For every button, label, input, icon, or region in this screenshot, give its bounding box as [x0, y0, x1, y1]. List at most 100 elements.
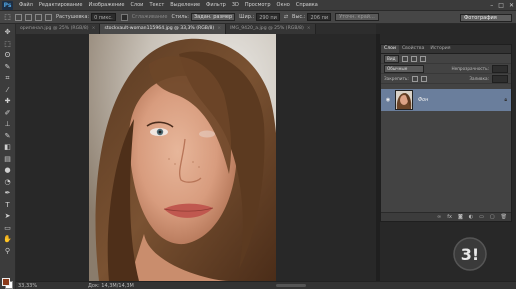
eyedropper-tool-icon[interactable]: ⁄	[3, 86, 12, 94]
feather-input[interactable]: 0 пикс.	[91, 13, 116, 21]
subtract-selection-icon[interactable]	[35, 13, 42, 21]
panel-tabs: Слои Свойства История	[381, 45, 511, 54]
layers-panel-footer: ∞ fx ◙ ◐ ▭ ▢ 🗑︎	[381, 212, 511, 221]
path-select-tool-icon[interactable]: ➤	[3, 212, 12, 220]
fill-input[interactable]	[492, 74, 508, 83]
layer-filter-row: Вид	[381, 54, 511, 64]
smooth-label: Сглаживание	[131, 14, 168, 20]
maximize-icon[interactable]: □	[498, 2, 504, 9]
link-layers-icon[interactable]: ∞	[437, 214, 441, 220]
photoshop-logo: Ps	[2, 0, 13, 10]
menu-item[interactable]: Редактирование	[36, 2, 86, 8]
opacity-label: Непрозрачность:	[451, 66, 489, 71]
filter-pixel-icon[interactable]	[401, 55, 408, 62]
eraser-tool-icon[interactable]: ◧	[3, 143, 12, 151]
tab-properties[interactable]: Свойства	[399, 45, 427, 53]
filter-adjust-icon[interactable]	[410, 55, 417, 62]
close-icon[interactable]: ✕	[509, 2, 514, 9]
layer-row-background[interactable]: ◉ Фон 🔒︎	[381, 89, 511, 111]
menu-bar: Ps Файл Редактирование Изображение Слои Текс…	[0, 0, 516, 10]
zoom-level[interactable]: 33,33%	[16, 283, 38, 289]
close-tab-icon[interactable]: ×	[307, 24, 311, 34]
horizontal-scrollbar[interactable]	[276, 284, 306, 287]
document-tabs: оригинал.jpg @ 25% (RGB/8) × stockvault-wo…	[16, 24, 376, 34]
menu-item[interactable]: Слои	[127, 2, 146, 8]
document-image[interactable]	[89, 34, 276, 281]
shape-tool-icon[interactable]: ▭	[3, 224, 12, 232]
delete-layer-icon[interactable]: 🗑︎	[501, 214, 507, 220]
visibility-eye-icon[interactable]: ◉	[384, 97, 392, 103]
lock-position-icon[interactable]	[420, 75, 427, 82]
tab-layers[interactable]: Слои	[381, 45, 399, 53]
canvas-area[interactable]	[16, 34, 376, 281]
blur-tool-icon[interactable]: ●	[3, 166, 12, 174]
minimize-icon[interactable]: –	[490, 2, 493, 9]
filter-type-icon[interactable]	[419, 55, 426, 62]
menu-item[interactable]: Справка	[293, 2, 321, 8]
workspace-select[interactable]: Фотография	[460, 14, 512, 22]
menu-item[interactable]: 3D	[229, 2, 242, 8]
document-tab-label: stockvault-woman115964.jpg @ 33,3% (RGB/…	[104, 26, 215, 31]
menu-item[interactable]: Фильтр	[203, 2, 229, 8]
menu-item[interactable]: Текст	[146, 2, 167, 8]
layer-style-icon[interactable]: fx	[447, 214, 452, 220]
layer-filter-select[interactable]: Вид	[384, 54, 399, 63]
hand-tool-icon[interactable]: ✋	[3, 235, 12, 243]
add-mask-icon[interactable]: ◙	[458, 214, 463, 220]
history-brush-tool-icon[interactable]: ✎	[3, 132, 12, 140]
style-label: Стиль:	[171, 14, 189, 20]
marquee-tool-icon[interactable]: ⬚	[3, 40, 12, 48]
dodge-tool-icon[interactable]: ◔	[3, 178, 12, 186]
document-size: Док: 14,3M/14,3M	[88, 282, 134, 289]
new-layer-icon[interactable]: ▢	[490, 214, 495, 220]
document-tab-label: оригинал.jpg @ 25% (RGB/8)	[20, 26, 89, 31]
gradient-tool-icon[interactable]: ▤	[3, 155, 12, 163]
new-group-icon[interactable]: ▭	[479, 214, 484, 220]
tab-history[interactable]: История	[427, 45, 453, 53]
type-tool-icon[interactable]: T	[3, 201, 12, 209]
options-bar: ⬚ Растушевка: 0 пикс. Сглаживание Стиль:…	[0, 10, 516, 24]
new-selection-icon[interactable]	[15, 13, 22, 21]
foreground-color-swatch[interactable]	[2, 278, 10, 286]
stamp-tool-icon[interactable]: ⊥	[3, 120, 12, 128]
move-tool-icon[interactable]: ✥	[3, 28, 12, 36]
intersect-selection-icon[interactable]	[45, 13, 52, 21]
brush-tool-icon[interactable]: ✐	[3, 109, 12, 117]
document-tab-label: IMG_9420_a.jpg @ 25% (RGB/8)	[230, 26, 304, 31]
healing-tool-icon[interactable]: ✚	[3, 97, 12, 105]
document-tab[interactable]: оригинал.jpg @ 25% (RGB/8) ×	[16, 24, 101, 34]
close-tab-icon[interactable]: ×	[92, 24, 96, 34]
blend-row: Обычные Непрозрачность:	[381, 64, 511, 74]
quick-select-tool-icon[interactable]: ✎	[3, 63, 12, 71]
layers-panel: Слои Свойства История Вид Обычные Непроз…	[380, 44, 512, 222]
blend-mode-select[interactable]: Обычные	[384, 64, 424, 73]
smooth-checkbox[interactable]	[120, 13, 128, 21]
height-label: Выс.:	[292, 14, 306, 20]
pen-tool-icon[interactable]: ✒	[3, 189, 12, 197]
adjustment-layer-icon[interactable]: ◐	[469, 214, 473, 220]
style-select[interactable]: Задан. размер	[190, 13, 236, 21]
zoom-tool-icon[interactable]: ⚲	[3, 247, 12, 255]
lock-label: Закрепить:	[384, 76, 409, 81]
lock-row: Закрепить: Заливка:	[381, 74, 511, 84]
lock-pixels-icon[interactable]	[411, 75, 418, 82]
lasso-tool-icon[interactable]: ʘ	[3, 51, 12, 59]
document-tab[interactable]: IMG_9420_a.jpg @ 25% (RGB/8) ×	[226, 24, 316, 34]
menu-item[interactable]: Выделение	[167, 2, 203, 8]
menu-item[interactable]: Файл	[16, 2, 36, 8]
height-input[interactable]: 206 пи	[307, 13, 332, 21]
layer-thumbnail	[395, 90, 413, 110]
menu-item[interactable]: Изображение	[85, 2, 127, 8]
menu-item[interactable]: Просмотр	[242, 2, 274, 8]
lock-icon: 🔒︎	[504, 97, 507, 103]
menu-item[interactable]: Окно	[274, 2, 293, 8]
refine-edge-button[interactable]: Уточн. край...	[335, 13, 379, 21]
tool-preset-icon[interactable]: ⬚	[3, 13, 12, 22]
crop-tool-icon[interactable]: ⌗	[3, 74, 12, 82]
close-tab-icon[interactable]: ×	[217, 24, 221, 34]
document-tab[interactable]: stockvault-woman115964.jpg @ 33,3% (RGB/…	[100, 24, 227, 34]
add-selection-icon[interactable]	[25, 13, 32, 21]
opacity-input[interactable]	[492, 64, 508, 73]
swap-icon[interactable]: ⇄	[284, 14, 288, 20]
width-input[interactable]: 290 пи	[256, 13, 280, 21]
